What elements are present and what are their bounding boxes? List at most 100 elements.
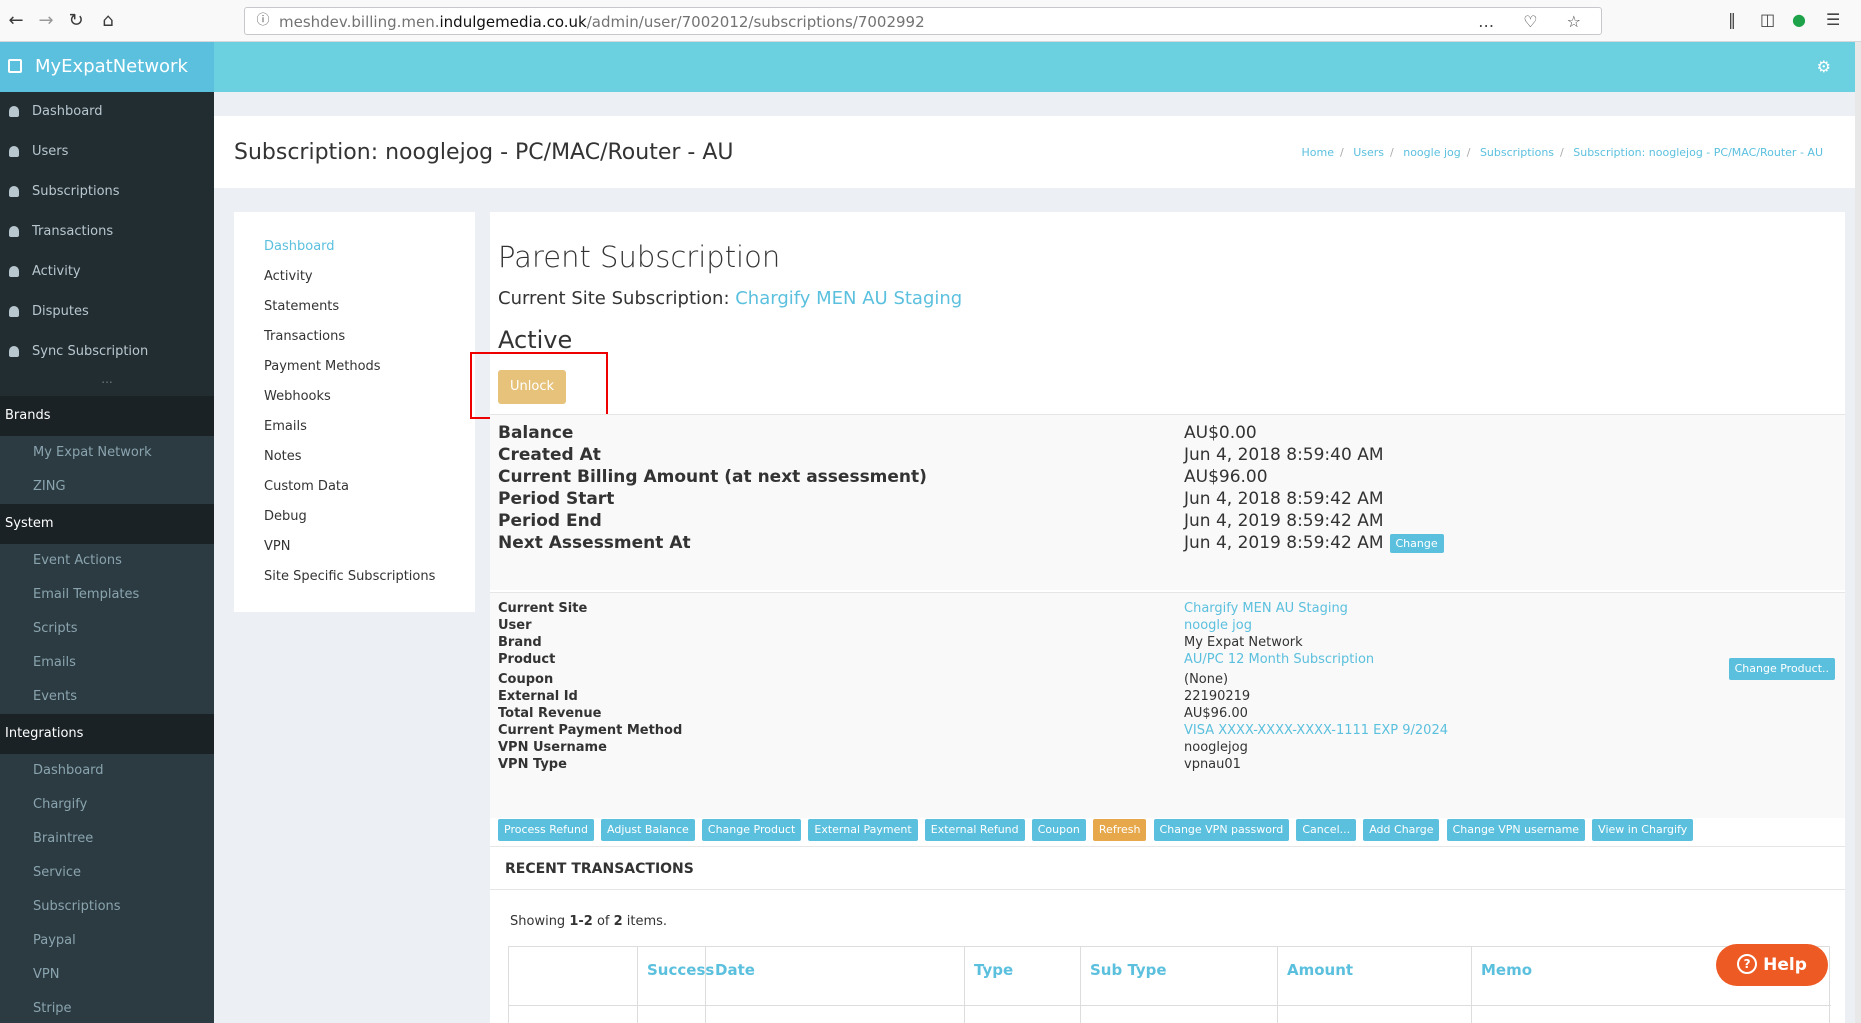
subnav-transactions[interactable]: Transactions [234,322,475,352]
change-vpn-password-button[interactable]: Change VPN password [1153,819,1290,841]
sidebar-item-subscriptions[interactable]: Subscriptions [0,172,214,212]
current-site-link[interactable]: Chargify MEN AU Staging [735,288,962,309]
breadcrumb-home[interactable]: Home [1301,146,1333,159]
sidebar-sub-service[interactable]: Service [0,856,214,890]
column-header-type[interactable]: Type [974,961,1013,979]
back-icon[interactable]: ← [4,9,28,33]
breadcrumb-separator: / [1390,146,1394,159]
sidebar-sub-my-expat-network[interactable]: My Expat Network [0,436,214,470]
subnav-custom-data[interactable]: Custom Data [234,472,475,502]
breadcrumb-current[interactable]: Subscription: nooglejog - PC/MAC/Router … [1573,146,1823,159]
adjust-balance-button[interactable]: Adjust Balance [601,819,695,841]
sidebar-sub-emails[interactable]: Emails [0,646,214,680]
showing-summary: Showing 1-2 of 2 items. [510,914,667,929]
external-refund-button[interactable]: External Refund [924,819,1025,841]
product-link[interactable]: AU/PC 12 Month Subscription [1184,652,1374,667]
sidebar-sub-stripe[interactable]: Stripe [0,992,214,1023]
user-link[interactable]: noogle jog [1184,618,1252,633]
change-product-action-button[interactable]: Change Product [701,819,802,841]
subnav-vpn[interactable]: VPN [234,532,475,562]
sidebar-sub-integrations-subscriptions[interactable]: Subscriptions [0,890,214,924]
column-header-memo[interactable]: Memo [1481,961,1532,979]
sidebar-sub-paypal[interactable]: Paypal [0,924,214,958]
unlock-button[interactable]: Unlock [498,370,566,404]
sidebar-item-transactions[interactable]: Transactions [0,212,214,252]
home-icon[interactable]: ⌂ [96,9,120,33]
column-header-success[interactable]: Success [647,961,714,979]
summary-value: Jun 4, 2018 8:59:40 AM [1184,445,1384,465]
sidebar-sub-scripts[interactable]: Scripts [0,612,214,646]
sidebar-item-disputes[interactable]: Disputes [0,292,214,332]
url-actions: … ♡ ☆ [1478,12,1593,31]
extension-icon[interactable]: ● [1792,10,1806,29]
external-payment-button[interactable]: External Payment [808,819,918,841]
subnav-activity[interactable]: Activity [234,262,475,292]
page-scrollbar[interactable] [1855,42,1861,1023]
sidebar-sub-braintree[interactable]: Braintree [0,822,214,856]
current-site-link[interactable]: Chargify MEN AU Staging [1184,601,1348,616]
sidebar-header-system[interactable]: System [0,504,214,544]
sidebar-sub-zing[interactable]: ZING [0,470,214,504]
breadcrumb: Home / Users / noogle jog / Subscriptions / … [1301,146,1823,159]
add-charge-button[interactable]: Add Charge [1363,819,1440,841]
sidebar-sub-vpn[interactable]: VPN [0,958,214,992]
payment-method-link[interactable]: VISA XXXX-XXXX-XXXX-1111 EXP 9/2024 [1184,723,1448,738]
column-header-date[interactable]: Date [715,961,755,979]
breadcrumb-user[interactable]: noogle jog [1403,146,1461,159]
reload-icon[interactable]: ↻ [64,9,88,33]
sidebar-sub-chargify[interactable]: Chargify [0,788,214,822]
column-header-sub-type[interactable]: Sub Type [1090,961,1167,979]
current-site-subscription: Current Site Subscription: Chargify MEN … [498,288,962,309]
refresh-button[interactable]: Refresh [1092,819,1147,841]
subnav-debug[interactable]: Debug [234,502,475,532]
info-icon[interactable]: ⓘ [255,13,271,29]
library-icon[interactable]: ‖ [1728,10,1736,29]
menu-icon[interactable]: ☰ [1826,10,1840,29]
subnav-notes[interactable]: Notes [234,442,475,472]
breadcrumb-subscriptions[interactable]: Subscriptions [1480,146,1554,159]
view-in-chargify-button[interactable]: View in Chargify [1592,819,1694,841]
subnav-webhooks[interactable]: Webhooks [234,382,475,412]
breadcrumb-users[interactable]: Users [1353,146,1384,159]
sidebar-toggle-icon[interactable]: ◫ [1760,10,1775,29]
summary-label: Next Assessment At [498,533,691,553]
sidebar-item-activity[interactable]: Activity [0,252,214,292]
sidebar-item-dashboard[interactable]: Dashboard [0,92,214,132]
brand-name: MyExpatNetwork [35,56,188,77]
subnav-statements[interactable]: Statements [234,292,475,322]
gear-icon[interactable]: ⚙ [1817,57,1831,76]
pocket-icon[interactable]: ♡ [1523,12,1549,31]
change-product-button[interactable]: Change Product.. [1728,658,1835,680]
sidebar-menu: Dashboard Users Subscriptions Transactio… [0,92,214,1023]
more-icon[interactable]: … [1478,12,1506,31]
bookmark-star-icon[interactable]: ☆ [1567,12,1593,31]
help-button[interactable]: ? Help [1716,944,1828,986]
change-assessment-button[interactable]: Change [1389,533,1444,553]
subnav-payment-methods[interactable]: Payment Methods [234,352,475,382]
subnav-site-specific-subscriptions[interactable]: Site Specific Subscriptions [234,562,475,592]
content-header: Subscription: nooglejog - PC/MAC/Router … [214,116,1855,188]
change-vpn-username-button[interactable]: Change VPN username [1446,819,1586,841]
subnav-emails[interactable]: Emails [234,412,475,442]
coupon-button[interactable]: Coupon [1031,819,1086,841]
column-header-amount[interactable]: Amount [1287,961,1353,979]
sidebar-header-brands[interactable]: Brands [0,396,214,436]
sidebar-sub-events[interactable]: Events [0,680,214,714]
brand-logo[interactable]: MyExpatNetwork [0,42,214,92]
process-refund-button[interactable]: Process Refund [498,819,594,841]
address-bar[interactable]: ⓘ meshdev.billing.men.indulgemedia.co.uk… [244,7,1602,35]
parent-subscription-title: Parent Subscription [498,240,781,274]
sidebar-sub-integrations-dashboard[interactable]: Dashboard [0,754,214,788]
sidebar-sub-email-templates[interactable]: Email Templates [0,578,214,612]
subnav-dashboard[interactable]: Dashboard [234,232,475,262]
table-header-divider [509,1005,1831,1006]
sidebar-item-sync-subscription[interactable]: Sync Subscription [0,332,214,372]
cancel-button[interactable]: Cancel... [1296,819,1357,841]
sidebar-sub-event-actions[interactable]: Event Actions [0,544,214,578]
summary-value: Jun 4, 2018 8:59:42 AM [1184,489,1384,509]
forward-icon[interactable]: → [34,9,58,33]
summary-label: Balance [498,423,574,443]
sidebar-header-integrations[interactable]: Integrations [0,714,214,754]
sidebar-item-users[interactable]: Users [0,132,214,172]
sidebar-item-label: Subscriptions [32,184,120,199]
